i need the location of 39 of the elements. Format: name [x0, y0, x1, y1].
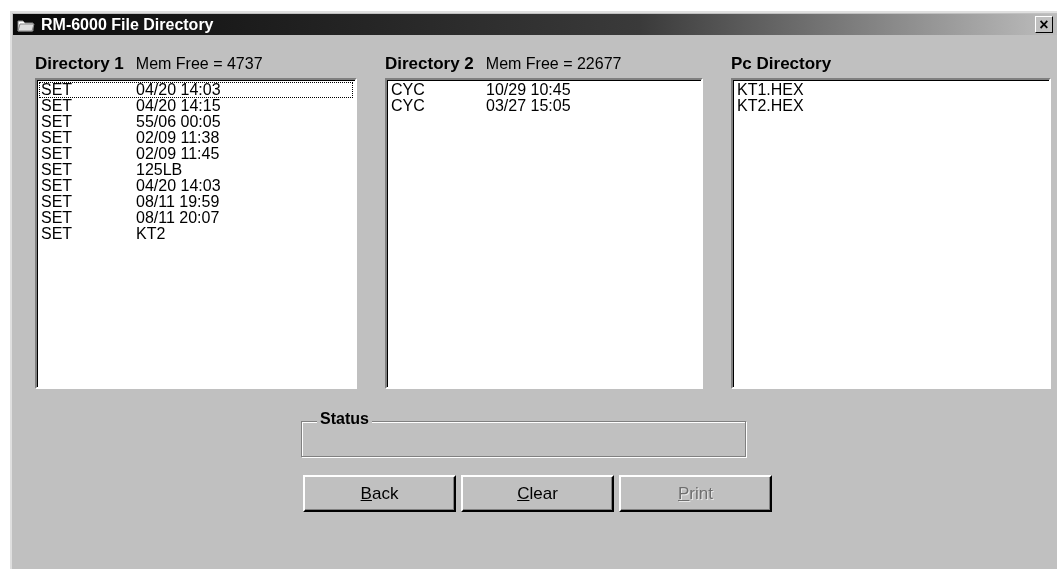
file-type[interactable]: SET	[41, 82, 136, 98]
file-list[interactable]: SET 04/20 14:03 SET 04/20 14:15 SET 55/06 00:05 SET 02/09 11:38 SET 02/09 11:45 SET 125LB SET 04/20 14:03 SET 08/11 19:59 SET 08/11 20:07 SET KT2	[35, 78, 357, 389]
window-title: RM-6000 File Directory	[41, 15, 215, 34]
file-info[interactable]: 02/09 11:45	[136, 146, 220, 162]
file-type[interactable]: SET	[41, 226, 136, 242]
file-info[interactable]: 04/20 14:15	[136, 98, 221, 114]
file-type[interactable]: SET	[41, 146, 136, 162]
file-info[interactable]: 08/11 20:07	[136, 210, 220, 226]
file-name[interactable]: KT2.HEX	[735, 98, 1047, 114]
file-info[interactable]: KT2	[136, 226, 166, 242]
file-info[interactable]: 03/27 15:05	[486, 98, 571, 114]
action-button[interactable]: Clear	[461, 475, 614, 512]
file-info[interactable]: 04/20 14:03	[136, 82, 221, 98]
action-button[interactable]: Back	[303, 475, 456, 512]
file-type[interactable]: SET	[41, 98, 136, 114]
file-type[interactable]: SET	[41, 210, 136, 226]
file-type[interactable]: CYC	[391, 98, 486, 114]
file-info[interactable]: 10/29 10:45	[486, 82, 571, 98]
file-info[interactable]: 125LB	[136, 162, 183, 178]
list-title: Directory 2	[385, 54, 474, 74]
folder-icon	[17, 17, 35, 32]
file-type[interactable]: SET	[41, 178, 136, 194]
file-list[interactable]: CYC 10/29 10:45 CYC 03/27 15:05	[385, 78, 703, 389]
memory-label: Mem Free = 4737	[135, 55, 263, 73]
file-type[interactable]: SET	[41, 114, 136, 130]
file-name[interactable]: KT1.HEX	[735, 82, 1047, 98]
file-info[interactable]: 04/20 14:03	[136, 178, 221, 194]
file-type[interactable]: CYC	[391, 82, 486, 98]
file-type[interactable]: SET	[41, 194, 136, 210]
memory-label: Mem Free = 22677	[485, 55, 622, 73]
file-type[interactable]: SET	[41, 130, 136, 146]
file-list[interactable]: KT1.HEX KT2.HEX	[731, 78, 1051, 389]
list-title: Pc Directory	[731, 54, 832, 74]
close-button[interactable]: ×	[1035, 16, 1053, 33]
list-title: Directory 1	[35, 54, 124, 74]
file-info[interactable]: 08/11 19:59	[136, 194, 220, 210]
file-info[interactable]: 02/09 11:38	[136, 130, 220, 146]
file-type[interactable]: SET	[41, 162, 136, 178]
file-info[interactable]: 55/06 00:05	[136, 114, 221, 130]
